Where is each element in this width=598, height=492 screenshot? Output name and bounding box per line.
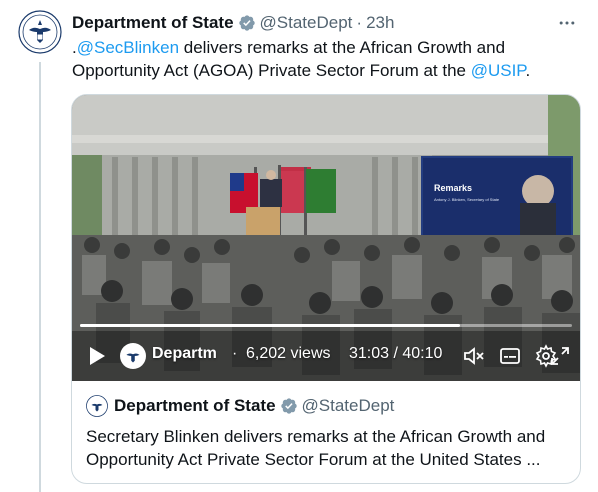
card-footer[interactable]: Department of State @StateDept Secretary… bbox=[72, 381, 580, 483]
verified-badge-icon bbox=[238, 14, 256, 32]
timestamp[interactable]: 23h bbox=[366, 13, 394, 33]
media-card[interactable]: Remarks Antony J. Blinken, Secretary of … bbox=[71, 94, 581, 484]
separator-dot: · bbox=[232, 345, 238, 362]
video-controls: Departm · 6,202 views 31:03 / 40:10 bbox=[72, 329, 580, 381]
thread-line bbox=[39, 62, 41, 492]
card-author-name: Department of State bbox=[114, 396, 276, 415]
card-header: Department of State @StateDept bbox=[86, 395, 394, 417]
captions-icon[interactable] bbox=[498, 344, 522, 368]
fullscreen-icon[interactable] bbox=[548, 344, 572, 368]
slide-title: Remarks bbox=[434, 183, 472, 193]
more-icon[interactable] bbox=[556, 12, 578, 34]
author-name[interactable]: Department of State bbox=[72, 13, 234, 33]
video-player[interactable]: Remarks Antony J. Blinken, Secretary of … bbox=[72, 95, 580, 381]
mute-icon[interactable] bbox=[462, 344, 486, 368]
mention-secblinken-link[interactable]: @SecBlinken bbox=[77, 38, 179, 57]
slide-speaker: Antony J. Blinken, Secretary of State bbox=[434, 197, 500, 202]
progress-bar[interactable] bbox=[80, 324, 572, 327]
time-readout: 31:03 / 40:10 bbox=[349, 345, 443, 362]
channel-name[interactable]: Departm bbox=[152, 345, 217, 363]
progress-fill bbox=[80, 324, 461, 327]
verified-badge-icon bbox=[280, 397, 298, 415]
card-author-handle: @StateDept bbox=[301, 396, 395, 415]
card-description: Secretary Blinken delivers remarks at th… bbox=[86, 427, 546, 469]
play-icon[interactable] bbox=[86, 345, 108, 367]
state-seal-icon bbox=[86, 395, 108, 417]
text-suffix: . bbox=[525, 61, 531, 80]
state-seal-icon bbox=[120, 343, 146, 369]
tweet-text: .@SecBlinken delivers remarks at the Afr… bbox=[72, 36, 582, 82]
tweet-header: Department of State @StateDept · 23h bbox=[72, 12, 578, 34]
separator-dot: · bbox=[356, 13, 363, 32]
view-count: 6,202 views bbox=[246, 345, 331, 362]
mention-usip-link[interactable]: @USIP bbox=[471, 61, 526, 80]
card-avatar bbox=[86, 395, 108, 417]
state-seal-icon bbox=[18, 10, 62, 54]
avatar[interactable] bbox=[18, 10, 62, 54]
author-handle[interactable]: @StateDept bbox=[260, 13, 353, 33]
channel-avatar[interactable] bbox=[120, 343, 146, 369]
